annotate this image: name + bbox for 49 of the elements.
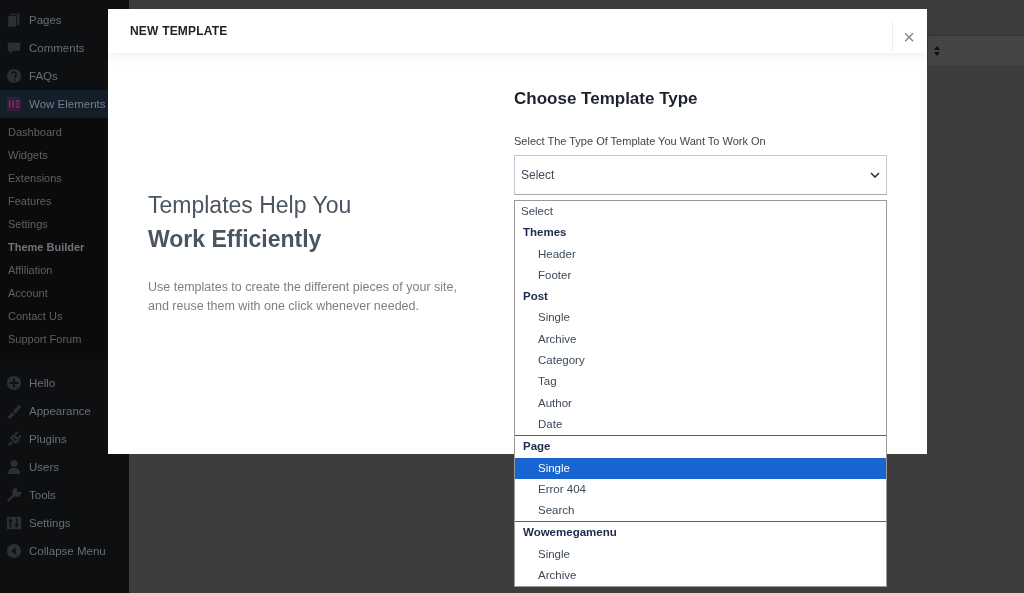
dropdown-option[interactable]: Error 404 <box>515 478 886 501</box>
menu-item[interactable]: Hello <box>0 369 129 397</box>
dropdown-option[interactable]: Search <box>515 500 886 522</box>
menu-item[interactable]: Users <box>0 453 129 481</box>
form-heading: Choose Template Type <box>514 89 699 109</box>
paintbrush-icon <box>6 403 22 419</box>
option-group-label: Themes <box>522 225 568 241</box>
menu-item[interactable]: Pages <box>0 6 129 34</box>
sort-arrows-icon <box>933 45 941 57</box>
option-group-label: Post <box>522 289 549 305</box>
settings-icon <box>6 515 22 531</box>
wrench-icon <box>6 487 22 503</box>
dropdown-option[interactable]: Single <box>515 457 886 479</box>
menu-item[interactable]: Comments <box>0 34 129 62</box>
close-button[interactable]: × <box>897 27 921 47</box>
field-label: Select The Type Of Template You Want To Work On <box>514 135 767 147</box>
plus-circle-icon <box>6 375 22 391</box>
menu-item[interactable]: Plugins <box>0 425 129 453</box>
option-group-label: Page <box>522 439 552 455</box>
dropdown-option[interactable]: Single <box>515 307 886 329</box>
dropdown-option[interactable]: Select <box>515 201 886 223</box>
intro-heading: Templates Help You <box>148 191 353 220</box>
user-icon <box>6 459 22 475</box>
dropdown-option[interactable]: Category <box>515 350 886 372</box>
menu-item[interactable]: Appearance <box>0 397 129 425</box>
menu-item[interactable]: Settings <box>0 509 129 537</box>
dropdown-option[interactable]: Archive <box>515 565 886 587</box>
speech-bubble-icon <box>6 40 22 56</box>
dropdown-option[interactable]: Author <box>515 392 886 414</box>
menu-item[interactable]: Tools <box>0 481 129 509</box>
logo-icon <box>6 96 22 112</box>
dropdown-option[interactable]: Date <box>515 413 886 436</box>
menu-item[interactable]: FAQs <box>0 62 129 90</box>
intro-heading: Work Efficiently <box>148 225 323 254</box>
dropdown-option[interactable]: Header <box>515 243 886 265</box>
template-type-select[interactable]: Select <box>514 155 887 195</box>
dropdown-option[interactable]: Footer <box>515 264 886 287</box>
collapse-icon <box>6 543 22 559</box>
dropdown-option[interactable]: Archive <box>515 328 886 351</box>
intro-description: Use templates to create the different pieces of your site, and reuse them with one click whenever needed. <box>148 279 458 315</box>
option-group-label: Wowemegamenu <box>522 525 618 541</box>
dropdown-option[interactable]: Tag <box>515 371 886 393</box>
plug-icon <box>6 431 22 447</box>
question-icon <box>6 68 22 84</box>
page-icon <box>6 12 22 28</box>
chevron-down-icon <box>870 172 880 178</box>
dropdown-option[interactable]: Single <box>515 543 886 566</box>
menu-item[interactable]: Collapse Menu <box>0 537 129 565</box>
modal-title: NEW TEMPLATE <box>130 24 228 38</box>
